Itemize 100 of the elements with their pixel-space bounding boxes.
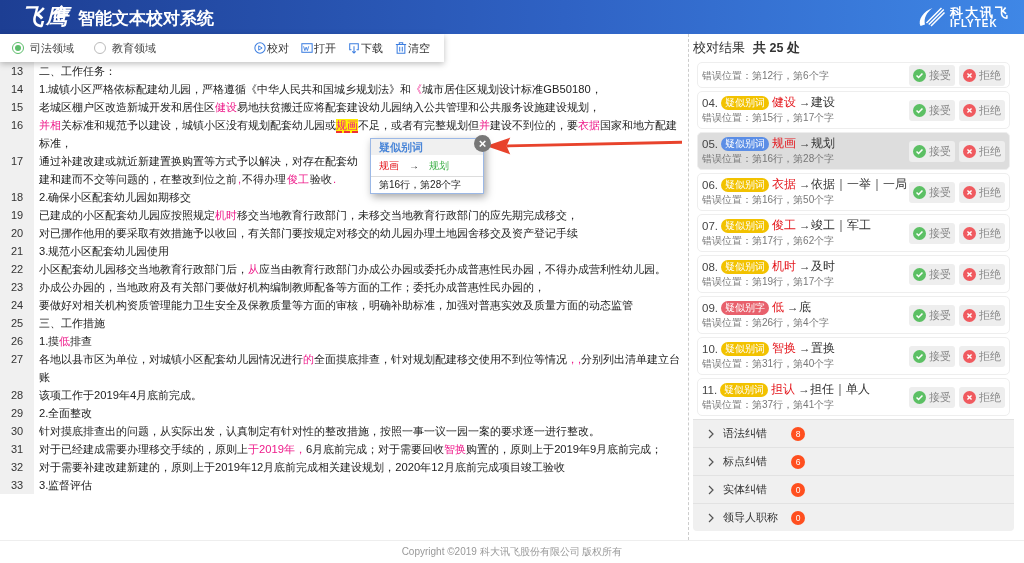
check-icon (913, 144, 926, 158)
result-number: 10. (702, 342, 718, 355)
error-location: 错误位置：第15行，第17个字 (702, 111, 836, 125)
text-line: 对于需要补建改建新建的，原则上于2019年12月底前完成相关建设规划，2020年12月底前完成项目竣工验收 (38, 460, 566, 475)
accept-button[interactable]: 接受 (909, 181, 955, 203)
accept-button[interactable]: 接受 (909, 263, 955, 285)
trash-icon (395, 42, 407, 54)
error-location: 错误位置：第37行，第41个字 (702, 398, 836, 412)
result-number: 04. (702, 96, 718, 109)
category-label: 领导人职称 (723, 510, 779, 525)
category-row[interactable]: 实体纠错 0 (693, 475, 1014, 503)
accept-button[interactable]: 接受 (909, 386, 955, 408)
accept-button[interactable]: 接受 (909, 140, 955, 162)
result-card[interactable]: 09. 疑似别字 低 →底 错误位置：第26行，第4个字 接受 拒绝 (697, 296, 1010, 334)
error-type-tag: 疑似别词 (721, 341, 769, 356)
accept-button[interactable]: 接受 (909, 99, 955, 121)
suggestion-text: →竣工｜军工 (799, 218, 871, 233)
wrong-word: 低 (772, 300, 784, 315)
toolbar-button[interactable]: 清空 (393, 40, 432, 56)
line-number: 16 (0, 116, 34, 152)
error-type-tag: 疑似别词 (721, 177, 769, 192)
reject-button[interactable]: 拒绝 (959, 386, 1005, 408)
suggestion-text: →规划 (799, 136, 835, 151)
close-icon (963, 308, 976, 322)
document-icon (301, 42, 313, 54)
reject-button[interactable]: 拒绝 (959, 140, 1005, 162)
result-card[interactable]: 04. 疑似别词 健设 →建设 错误位置：第15行，第17个字 接受 拒绝 (697, 91, 1010, 129)
reject-button[interactable]: 拒绝 (959, 64, 1005, 86)
category-row[interactable]: 标点纠错 6 (693, 447, 1014, 475)
reject-button[interactable]: 拒绝 (959, 99, 1005, 121)
text-run: . (333, 173, 337, 185)
reject-button[interactable]: 拒绝 (959, 263, 1005, 285)
reject-button[interactable]: 拒绝 (959, 222, 1005, 244)
result-card[interactable]: 10. 疑似别词 智换 →置换 错误位置：第31行，第40个字 接受 拒绝 (697, 337, 1010, 375)
wrong-word: 俊工 (772, 218, 796, 233)
reject-button[interactable]: 拒绝 (959, 181, 1005, 203)
toolbar-button[interactable]: 打开 (299, 40, 338, 56)
text-line: 老城区棚户区改造新城开发和居住区健设易地扶贫搬迁应将配套建设幼儿园纳入公共管理和公共服务设施建设规划， (38, 100, 601, 115)
error-type-tag: 疑似别字 (721, 300, 769, 315)
suggestion-text: →及时 (799, 259, 835, 274)
toolbar-button[interactable]: 下载 (346, 40, 385, 56)
result-number: 09. (702, 301, 718, 314)
line-number: 33 (0, 476, 34, 494)
line-number: 15 (0, 98, 34, 116)
reject-button[interactable]: 拒绝 (959, 345, 1005, 367)
accept-button[interactable]: 接受 (909, 345, 955, 367)
result-card[interactable]: 错误位置：第12行，第6个字 接受 拒绝 (697, 62, 1010, 88)
line-number: 31 (0, 440, 34, 458)
count-badge: 8 (791, 426, 805, 441)
suggestion-text: →担任｜单人 (798, 382, 870, 397)
result-number: 05. (702, 137, 718, 150)
result-card[interactable]: 11. 疑似别词 担认 →担任｜单人 错误位置：第37行，第41个字 接受 拒绝 (697, 378, 1010, 416)
category-row[interactable]: 领导人职称 0 (693, 503, 1014, 531)
close-icon (963, 349, 976, 363)
accept-button[interactable]: 接受 (909, 222, 955, 244)
domain-radio[interactable]: 教育领域 (94, 40, 156, 56)
wrong-word: 机时 (772, 259, 796, 274)
domain-radio[interactable]: 司法领域 (12, 40, 74, 56)
result-number: 07. (702, 219, 718, 232)
check-icon (913, 103, 926, 117)
text-line: 针对摸底排查出的问题，从实际出发，认真制定有针对性的整改措施，按照一事一议一园一案的要求逐一进行整改。 (38, 424, 601, 439)
popup-location: 第16行，第28个字 (371, 176, 483, 194)
close-icon (963, 144, 976, 158)
check-icon (913, 308, 926, 322)
suggested-word: 规划 (429, 159, 449, 173)
result-card[interactable]: 06. 疑似别词 衣据 →依据｜一举｜一局 错误位置：第16行，第50个字 接受 拒绝 (697, 173, 1010, 211)
radio-label: 教育领域 (112, 40, 156, 56)
close-icon (963, 68, 976, 82)
line-number: 23 (0, 278, 34, 296)
check-icon (913, 349, 926, 363)
text-line: 2.全面整改 (38, 406, 94, 421)
toolbar-button[interactable]: 校对 (252, 40, 291, 56)
text-line: 该项工作于2019年4月底前完成。 (38, 388, 204, 403)
line-number: 27 (0, 350, 34, 386)
error-type-tag: 疑似别词 (720, 382, 769, 397)
category-row[interactable]: 语法纠错 8 (693, 419, 1014, 447)
wrong-word: 衣据 (772, 177, 796, 192)
check-icon (913, 68, 926, 82)
error-type-tag: 疑似别词 (721, 259, 769, 274)
result-card[interactable]: 07. 疑似别词 俊工 →竣工｜军工 错误位置：第17行，第62个字 接受 拒绝 (697, 214, 1010, 252)
text-run: 通过补建改建或就近新建置换购置等方式予以解决，对存在配套幼 (39, 155, 358, 167)
close-icon (963, 185, 976, 199)
accept-button[interactable]: 接受 (909, 304, 955, 326)
logo-text: 飞鹰 (22, 2, 70, 31)
reject-button[interactable]: 拒绝 (959, 304, 1005, 326)
result-card[interactable]: 08. 疑似别词 机时 →及时 错误位置：第19行，第17个字 接受 拒绝 (697, 255, 1010, 293)
error-location: 错误位置：第19行，第17个字 (702, 275, 836, 289)
accept-button[interactable]: 接受 (909, 64, 955, 86)
count-badge: 6 (791, 454, 805, 469)
error-type-tag: 疑似别词 (721, 218, 769, 233)
error-type-tag: 疑似别词 (721, 136, 769, 151)
text-line: 1.摸低排查 (38, 334, 94, 349)
close-icon (963, 267, 976, 281)
results-count: 共 25 处 (753, 39, 800, 57)
check-icon (913, 185, 926, 199)
result-card[interactable]: 05. 疑似别词 规画 →规划 错误位置：第16行，第28个字 接受 拒绝 (697, 132, 1010, 170)
text-line: 二、工作任务： (38, 64, 117, 79)
text-line: 办成公办园的，当地政府及有关部门要做好机构编制教师配备等方面的工作；委托办成普惠性民办园的， (38, 280, 546, 295)
text-run: , (238, 173, 242, 185)
app-title: 智能文本校对系统 (78, 8, 214, 30)
